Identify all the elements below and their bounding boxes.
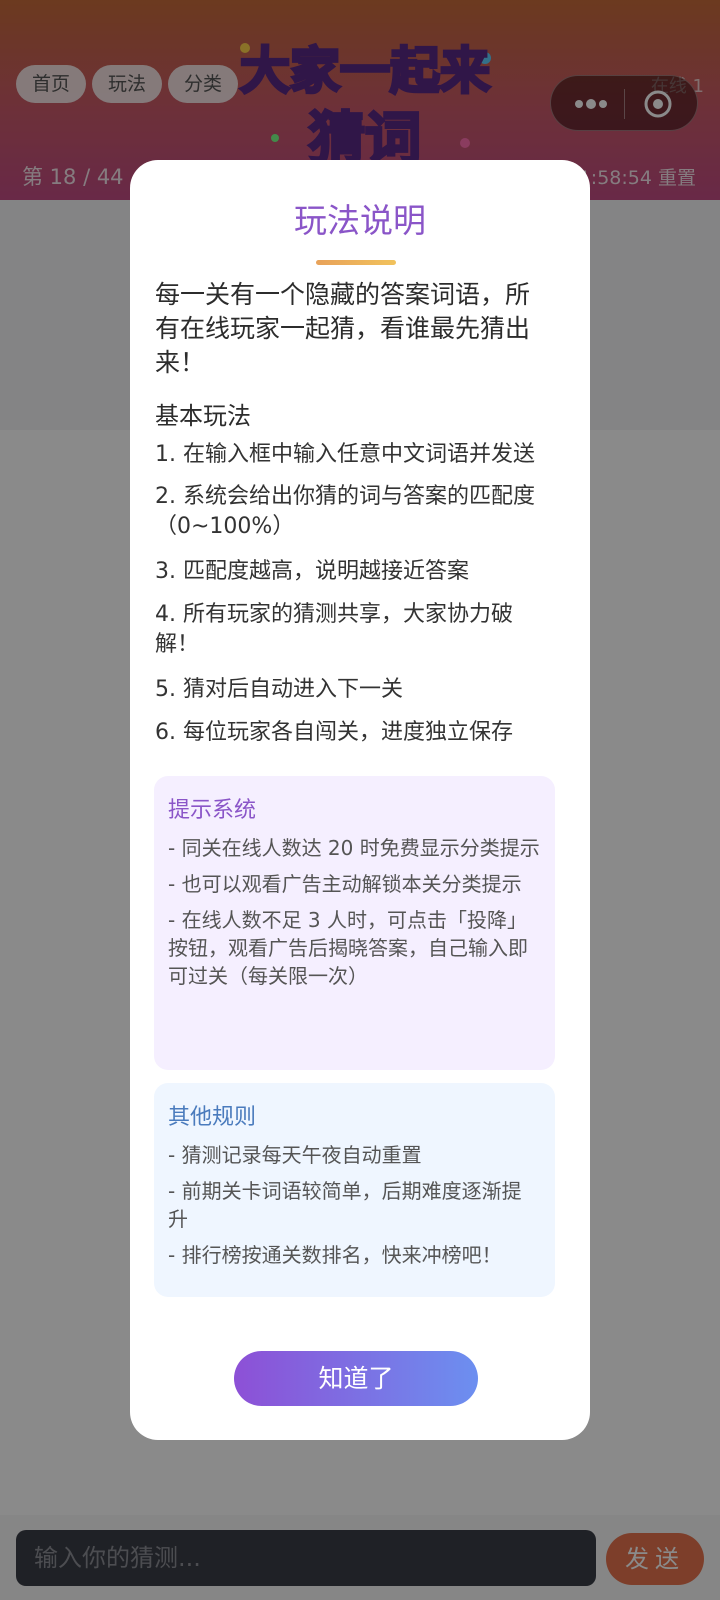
- hint-system-title: 提示系统: [168, 798, 257, 823]
- other-rules-box: 其他规则 - 猜测记录每天午夜自动重置 - 前期关卡词语较简单，后期难度逐渐提升…: [154, 1083, 555, 1297]
- other-rule-item: - 猜测记录每天午夜自动重置: [168, 1143, 422, 1167]
- rule-item: 2. 系统会给出你猜的词与答案的匹配度（0~100%）: [155, 484, 535, 539]
- hint-item: - 同关在线人数达 20 时免费显示分类提示: [168, 836, 540, 860]
- rule-item: 5. 猜对后自动进入下一关: [155, 677, 403, 702]
- rule-item: 4. 所有玩家的猜测共享，大家协力破解！: [155, 602, 513, 657]
- rules-modal: 玩法说明 每一关有一个隐藏的答案词语，所有在线玩家一起猜，看谁最先猜出来！ 基本…: [130, 160, 590, 1440]
- hint-item: - 也可以观看广告主动解锁本关分类提示: [168, 872, 522, 896]
- modal-title: 玩法说明: [294, 201, 426, 240]
- rule-item: 6. 每位玩家各自闯关，进度独立保存: [155, 720, 513, 745]
- basic-rules-heading: 基本玩法: [155, 402, 251, 430]
- intro-text: 每一关有一个隐藏的答案词语，所有在线玩家一起猜，看谁最先猜出来！: [155, 280, 531, 377]
- rule-item: 3. 匹配度越高，说明越接近答案: [155, 559, 469, 584]
- hint-system-box: 提示系统 - 同关在线人数达 20 时免费显示分类提示 - 也可以观看广告主动解…: [154, 776, 555, 1070]
- rule-item: 1. 在输入框中输入任意中文词语并发送: [155, 442, 535, 467]
- got-it-button[interactable]: 知道了: [234, 1351, 478, 1406]
- title-underline: [316, 260, 396, 265]
- other-rule-item: - 排行榜按通关数排名，快来冲榜吧！: [168, 1243, 502, 1267]
- other-rules-title: 其他规则: [168, 1105, 257, 1130]
- hint-item: - 在线人数不足 3 人时，可点击「投降」按钮，观看广告后揭晓答案，自己输入即可…: [168, 908, 528, 988]
- other-rule-item: - 前期关卡词语较简单，后期难度逐渐提升: [168, 1179, 522, 1231]
